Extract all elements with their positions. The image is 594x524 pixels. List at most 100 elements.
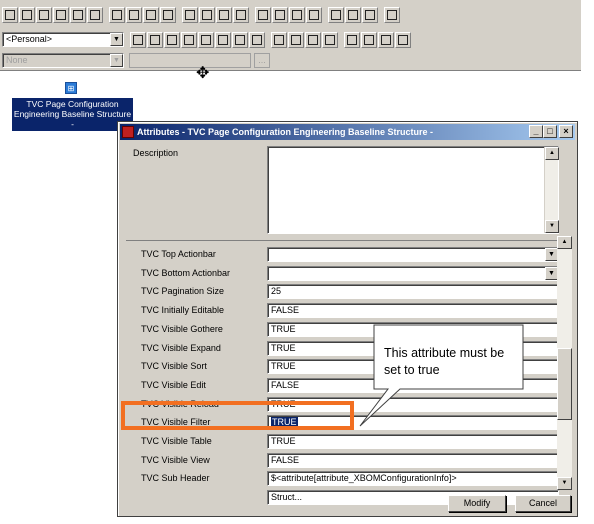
attribute-value-field[interactable]: FALSE — [267, 377, 559, 393]
none-combo[interactable]: None ▼ — [2, 53, 124, 68]
filter-input-disabled[interactable] — [129, 53, 251, 68]
tree-icon[interactable] — [216, 7, 232, 23]
edit-icon[interactable] — [289, 7, 305, 23]
forward-icon[interactable] — [249, 32, 265, 48]
delete-icon[interactable] — [288, 32, 304, 48]
scroll-up-icon[interactable]: ▲ — [557, 236, 572, 249]
open-icon[interactable] — [2, 7, 18, 23]
promote-icon[interactable] — [182, 7, 198, 23]
list-icon[interactable] — [199, 7, 215, 23]
print-icon-glyph — [387, 10, 397, 20]
app-icon — [122, 126, 134, 138]
attribute-value-field[interactable]: $<attribute[attribute_XBOMConfigurationI… — [267, 471, 559, 487]
columns-icon-glyph — [236, 10, 246, 20]
description-textarea[interactable]: ▲ ▼ — [267, 146, 559, 234]
tree-icon-glyph — [219, 10, 229, 20]
attribute-value-field[interactable]: FALSE — [267, 303, 559, 319]
chevron-down-icon[interactable]: ▼ — [110, 33, 123, 46]
promote-icon-glyph — [185, 10, 195, 20]
attribute-value: FALSE — [271, 305, 300, 316]
hierarchy-icon[interactable] — [164, 32, 180, 48]
browse-button-label: ... — [258, 55, 266, 65]
mail-icon-glyph — [90, 10, 100, 20]
connect-icon[interactable] — [272, 7, 288, 23]
document-icon[interactable] — [109, 7, 125, 23]
lock-icon[interactable] — [305, 32, 321, 48]
browse-button[interactable]: ... — [254, 53, 270, 68]
attribute-value-field[interactable]: TRUE — [267, 321, 559, 337]
window-4-icon[interactable] — [395, 32, 411, 48]
window-3-icon[interactable] — [378, 32, 394, 48]
attribute-value-field[interactable]: FALSE — [267, 452, 559, 468]
edit-icon-glyph — [292, 10, 302, 20]
minimize-button[interactable]: _ — [529, 125, 543, 138]
report-icon[interactable] — [143, 7, 159, 23]
scroll-up-icon[interactable]: ▲ — [545, 147, 559, 160]
description-scrollbar[interactable]: ▲ ▼ — [544, 147, 559, 233]
branch-icon[interactable] — [181, 32, 197, 48]
print-preview-icon[interactable] — [160, 7, 176, 23]
attribute-label: TVC Initially Editable — [141, 305, 225, 316]
attribute-value-field[interactable]: 25 — [267, 284, 559, 300]
structure-node-icon[interactable]: ⊞ — [65, 82, 77, 94]
key-icon[interactable] — [322, 32, 338, 48]
structure-icon[interactable] — [130, 32, 146, 48]
move-cursor-icon: ✥ — [196, 65, 210, 82]
maximize-button[interactable]: □ — [543, 125, 557, 138]
connect-icon-glyph — [275, 10, 285, 20]
highlight-box — [121, 401, 354, 430]
attribute-value: TRUE — [271, 323, 296, 334]
page-icon[interactable] — [126, 7, 142, 23]
navigate-icon[interactable] — [53, 7, 69, 23]
search-icon[interactable] — [36, 7, 52, 23]
toolbar-row-1 — [2, 6, 400, 24]
hierarchy-icon-glyph — [167, 35, 177, 45]
dialog-title: Attributes - TVC Page Configuration Engi… — [137, 127, 434, 137]
table-icon[interactable] — [362, 7, 378, 23]
attribute-value-field[interactable]: ▼ — [267, 247, 559, 262]
selected-node-label[interactable]: TVC Page Configuration Engineering Basel… — [12, 98, 133, 131]
find-icon[interactable] — [19, 7, 35, 23]
attribute-value-field[interactable]: TRUE — [267, 434, 559, 449]
attributes-scrollbar[interactable]: ▲ ▼ — [557, 236, 572, 490]
attribute-value-field[interactable]: ▼ — [267, 265, 559, 281]
attribute-label: TVC Top Actionbar — [141, 249, 216, 259]
wizard-icon[interactable] — [215, 32, 231, 48]
dots-icon[interactable] — [198, 32, 214, 48]
window-1-icon[interactable] — [344, 32, 360, 48]
attribute-value: $<attribute[attribute_XBOMConfigurationI… — [271, 473, 457, 484]
book-icon[interactable] — [328, 7, 344, 23]
scroll-down-icon[interactable]: ▼ — [545, 220, 559, 233]
personal-view-combo[interactable]: <Personal> ▼ — [2, 32, 124, 47]
scroll-thumb[interactable] — [557, 348, 572, 420]
page-icon-glyph — [129, 10, 139, 20]
attach-icon[interactable] — [70, 7, 86, 23]
attribute-label: TVC Bottom Actionbar — [141, 267, 231, 278]
bookmark-icon[interactable] — [271, 32, 287, 48]
move-icon[interactable] — [147, 32, 163, 48]
open-icon-glyph — [5, 10, 15, 20]
close-button[interactable]: × — [559, 125, 573, 138]
grid-icon[interactable] — [345, 7, 361, 23]
chevron-down-icon[interactable]: ▼ — [110, 54, 123, 67]
lock-icon-glyph — [308, 35, 318, 45]
node-label-line-2: Engineering Baseline Structure — [13, 109, 132, 119]
expand-icon[interactable] — [255, 7, 271, 23]
columns-icon[interactable] — [233, 7, 249, 23]
application-toolbar-area: <Personal> ▼ None ▼ ... — [0, 0, 581, 71]
link-icon[interactable] — [306, 7, 322, 23]
dialog-titlebar[interactable]: Attributes - TVC Page Configuration Engi… — [120, 124, 575, 140]
scroll-down-icon[interactable]: ▼ — [557, 477, 572, 490]
attribute-value: FALSE — [271, 379, 300, 390]
print-icon[interactable] — [384, 7, 400, 23]
wizard-icon-glyph — [218, 35, 228, 45]
attribute-label: TVC Visible View — [141, 454, 210, 465]
window-4-icon-glyph — [398, 35, 408, 45]
check-icon[interactable] — [232, 32, 248, 48]
mail-icon[interactable] — [87, 7, 103, 23]
cancel-button[interactable]: Cancel — [515, 495, 571, 512]
attribute-label: TVC Visible Expand — [141, 342, 221, 353]
window-2-icon[interactable] — [361, 32, 377, 48]
modify-button[interactable]: Modify — [448, 495, 506, 512]
dots-icon-glyph — [201, 35, 211, 45]
